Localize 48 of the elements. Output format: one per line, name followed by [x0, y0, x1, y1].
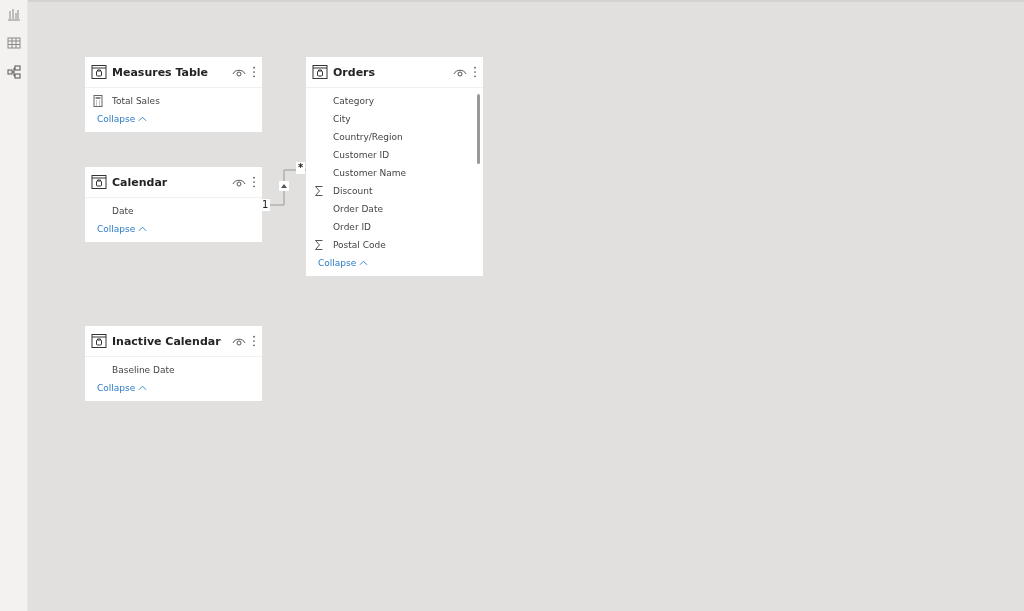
collapse-link[interactable]: Collapse: [97, 379, 148, 401]
collapse-link[interactable]: Collapse: [318, 254, 369, 276]
table-card[interactable]: Inactive Calendar Baseline Date Collapse: [85, 326, 262, 401]
collapse-link[interactable]: Collapse: [97, 220, 148, 242]
field-name[interactable]: Baseline Date: [111, 365, 175, 375]
chevron-up-icon: [138, 116, 148, 122]
table-name: Measures Table: [112, 65, 210, 79]
table-icon: [91, 64, 107, 80]
table-card[interactable]: Calendar Date Collapse: [85, 167, 262, 242]
field-name[interactable]: Order Date: [332, 204, 383, 214]
chevron-up-icon: [138, 226, 148, 232]
table-name: Inactive Calendar: [112, 334, 222, 348]
chevron-up-icon: [359, 260, 369, 266]
eye-icon[interactable]: [232, 336, 246, 346]
eye-icon[interactable]: [232, 177, 246, 187]
field-name[interactable]: Country/Region: [332, 132, 403, 142]
more-options-icon[interactable]: [252, 66, 256, 78]
table-name: Orders: [333, 65, 377, 79]
eye-icon[interactable]: [453, 67, 467, 77]
field-name[interactable]: Category: [332, 96, 375, 106]
table-card[interactable]: Orders Category City Country/Region Customer ID Customer Name Discount Order Date Order ID Postal Code Collapse: [306, 57, 483, 276]
sigma-icon: [314, 239, 324, 251]
field-name[interactable]: Customer ID: [332, 150, 390, 160]
calculator-icon: [93, 95, 103, 107]
table-icon: [312, 64, 328, 80]
table-icon: [91, 174, 107, 190]
sigma-icon: [314, 185, 324, 197]
more-options-icon[interactable]: [473, 66, 477, 78]
scrollbar[interactable]: [477, 94, 480, 164]
collapse-link[interactable]: Collapse: [97, 110, 148, 132]
field-name[interactable]: Discount: [332, 186, 373, 196]
field-name[interactable]: City: [332, 114, 351, 124]
more-options-icon[interactable]: [252, 335, 256, 347]
more-options-icon[interactable]: [252, 176, 256, 188]
model-icon[interactable]: [6, 65, 21, 79]
table-card[interactable]: Measures Table Total Sales Collapse: [85, 57, 262, 132]
field-name[interactable]: Customer Name: [332, 168, 407, 178]
field-name[interactable]: Postal Code: [332, 240, 386, 250]
table-icon[interactable]: [6, 36, 21, 50]
cardinality-label: *: [296, 162, 306, 174]
field-name[interactable]: Total Sales: [111, 96, 160, 106]
direction-arrow-icon: [279, 181, 289, 191]
table-name: Calendar: [112, 175, 169, 189]
table-icon: [91, 333, 107, 349]
eye-icon[interactable]: [232, 67, 246, 77]
field-name[interactable]: Order ID: [332, 222, 372, 232]
chevron-up-icon: [138, 385, 148, 391]
field-name[interactable]: Date: [111, 206, 134, 216]
